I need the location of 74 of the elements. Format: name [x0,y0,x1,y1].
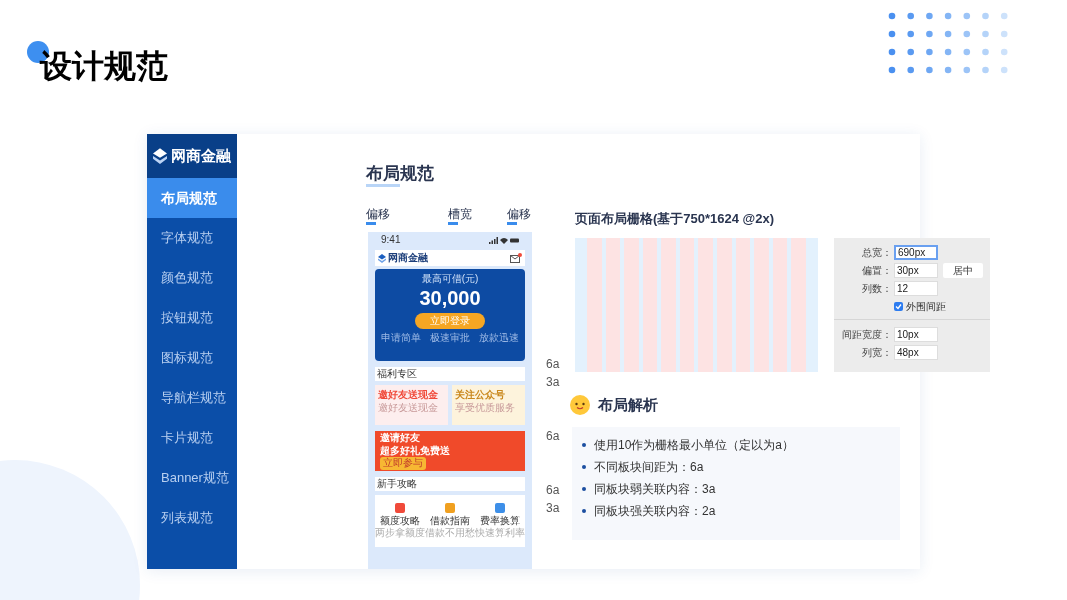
bullet-text: 同板块弱关联内容：3a [594,481,716,497]
setting-input[interactable]: 690px [894,245,938,260]
setting-input[interactable]: 10px [894,327,938,342]
checkbox[interactable] [894,301,903,311]
setting-label: 偏置： [861,264,892,278]
guide-subtitle: 快速算利率 [475,527,525,540]
analysis-title: 布局解析 [598,395,658,415]
sidebar-item[interactable]: 颜色规范 [147,258,237,298]
sidebar-item[interactable]: Banner规范 [147,458,237,498]
spacing-label: 6a [546,430,560,442]
bullet-icon [582,443,586,447]
bullet-text: 不同板块间距为：6a [594,459,704,475]
center-button[interactable]: 居中 [943,263,983,278]
promo-subtitle: 邀好友送现金 [378,401,439,414]
sidebar-item[interactable]: 导航栏规范 [147,378,237,418]
spacing-label: 3a [546,376,560,388]
sidebar-item[interactable]: 卡片规范 [147,418,237,458]
title-highlight [366,184,400,187]
mail-icon[interactable] [510,253,522,263]
guide-subtitle: 两步拿额度 [375,527,425,540]
dimension-marker [507,222,517,225]
bullet-text: 同板块强关联内容：2a [594,503,716,519]
column-label: 槽宽 [448,208,472,220]
app-logo: 网商金融 [388,253,428,263]
column-label: 偏移 [507,208,531,220]
feature-label: 极速审批 [430,332,470,343]
guide-title: 费率换算 [480,514,520,527]
grid-title: 页面布局栅格(基于750*1624 @2x) [575,210,775,228]
spacing-label: 6a [546,358,560,370]
sidebar-item[interactable]: 按钮规范 [147,298,237,338]
promo-title: 邀好友送现金 [378,389,439,402]
sidebar-item[interactable]: 布局规范 [147,178,237,218]
bullet-text: 使用10作为栅格最小单位（定以为a） [594,437,795,453]
dimension-marker [448,222,458,225]
status-icons-drawing [489,236,519,244]
banner-text: 超多好礼免费送 [380,444,451,457]
spacing-label: 6a [546,484,560,496]
join-button[interactable]: 立即参与 [380,457,426,470]
guide-title: 额度攻略 [380,514,420,527]
setting-label: 间距宽度： [841,328,892,342]
section-title: 新手攻略 [375,477,525,491]
section-title: 福利专区 [375,367,525,381]
sidebar-item[interactable]: 图标规范 [147,338,237,378]
logo-icon [153,147,167,165]
dimension-marker [366,222,376,225]
logo-icon [378,253,386,263]
slide-title: 设计规范 [40,50,168,82]
smiley-icon [570,395,590,416]
sidebar-item[interactable]: 字体规范 [147,218,237,258]
promo-subtitle: 享受优质服务 [455,401,516,414]
spacing-label: 3a [546,502,560,514]
feature-label: 申请简单 [381,332,422,343]
feature-label: 放款迅速 [478,332,519,343]
bullet-icon [582,465,586,469]
logo-text: 网商金融 [171,145,231,166]
balance-caption: 最高可借(元) [421,273,479,286]
balance-amount: 30,000 [419,285,481,311]
status-time: 9:41 [381,235,401,245]
setting-input[interactable]: 48px [894,345,938,360]
sidebar-item[interactable]: 列表规范 [147,498,237,538]
guide-subtitle: 借款不用愁 [425,527,475,540]
checkbox-label: 外围间距 [906,299,946,314]
column-label: 偏移 [366,208,390,220]
setting-label: 列宽： [861,346,892,360]
page-title: 布局规范 [366,164,434,184]
setting-input[interactable]: 30px [894,263,938,278]
setting-label: 列数： [861,282,892,296]
setting-label: 总宽： [861,246,892,260]
guide-title: 借款指南 [430,514,470,527]
bullet-icon [582,509,586,513]
bullet-icon [582,487,586,491]
banner-text: 邀请好友 [380,432,421,445]
setting-input[interactable]: 12 [894,281,938,296]
promo-title: 关注公众号 [455,389,506,402]
